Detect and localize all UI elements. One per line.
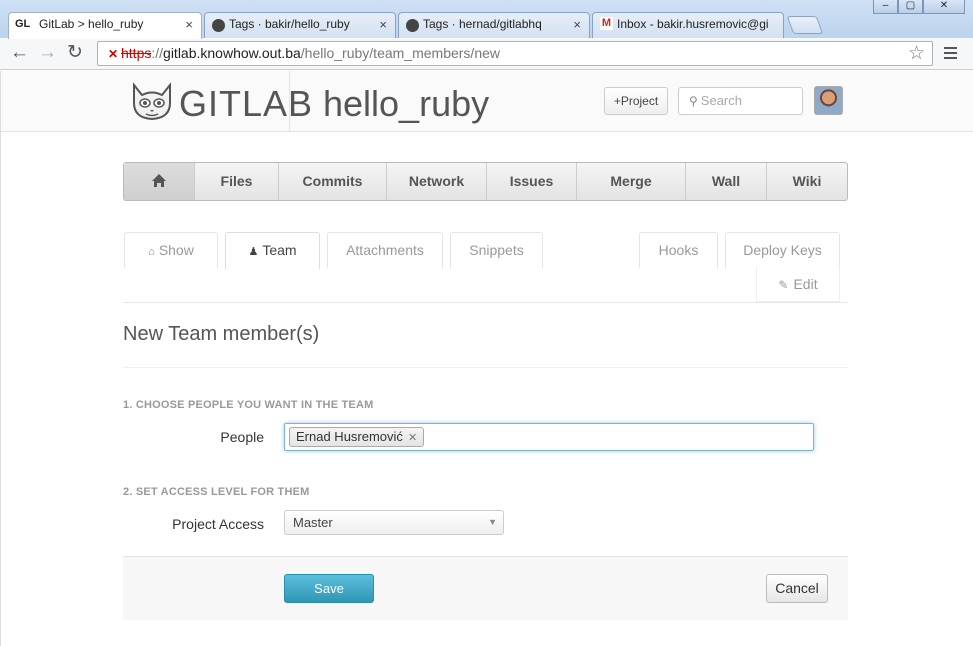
nav-home[interactable] — [124, 163, 195, 200]
search-placeholder: Search — [700, 93, 742, 108]
nav-files[interactable]: Files — [195, 163, 279, 200]
tab-title: Tags · bakir/hello_ruby — [229, 17, 350, 31]
github-icon — [406, 19, 419, 32]
tab-close-icon[interactable]: × — [379, 17, 387, 32]
subtab-team[interactable]: ♟ Team — [225, 232, 320, 269]
reload-icon[interactable]: ↻ — [67, 43, 83, 63]
section-heading-access: 2. SET ACCESS LEVEL FOR THEM — [123, 486, 310, 498]
nav-merge[interactable]: Merge — [577, 163, 686, 200]
nav-network[interactable]: Network — [387, 163, 487, 200]
github-icon — [212, 19, 225, 32]
subnav-divider — [123, 302, 848, 303]
cancel-button[interactable]: Cancel — [766, 574, 828, 603]
subtab-hooks[interactable]: Hooks — [639, 232, 718, 268]
broken-lock-icon: ✕ — [108, 47, 119, 61]
gmail-icon: M — [600, 17, 613, 30]
menu-icon[interactable] — [944, 47, 957, 62]
tab-close-icon[interactable]: × — [185, 17, 193, 32]
url-scheme: https — [121, 45, 152, 61]
gitlab-cat-logo-icon[interactable] — [130, 81, 174, 121]
bookmark-star-icon[interactable]: ☆ — [908, 42, 925, 65]
page: GITLAB hello_ruby +Project ⚲ Search Files… — [0, 71, 973, 646]
section-heading-people: 1. CHOOSE PEOPLE YOU WANT IN THE TEAM — [123, 399, 374, 411]
tab-gmail[interactable]: M Inbox - bakir.husremovic@gi — [592, 12, 784, 38]
page-title: New Team member(s) — [123, 323, 320, 345]
new-project-button[interactable]: +Project — [604, 87, 668, 115]
subtab-label: Team — [262, 242, 297, 258]
home-icon — [152, 174, 166, 187]
selected-person-name: Ernad Husremović — [296, 429, 403, 444]
tab-github-hernad[interactable]: Tags · hernad/gitlabhq × — [398, 12, 590, 38]
window-controls: – ▢ ✕ — [873, 0, 965, 14]
nav-issues[interactable]: Issues — [487, 163, 577, 200]
title-divider — [123, 367, 848, 368]
forward-arrow-icon[interactable]: → — [38, 43, 57, 63]
home-icon: ⌂ — [148, 246, 155, 258]
form-actions: Save Cancel — [123, 556, 848, 620]
app-header: GITLAB hello_ruby +Project ⚲ Search — [1, 71, 973, 132]
subtab-edit[interactable]: ✎ Edit — [756, 267, 840, 302]
avatar[interactable] — [814, 86, 843, 115]
user-icon: ♟ — [248, 246, 259, 258]
subtab-deploy-keys[interactable]: Deploy Keys — [725, 232, 840, 268]
nav-commits[interactable]: Commits — [279, 163, 387, 200]
people-multiselect[interactable]: Ernad Husremović ✕ — [284, 423, 814, 451]
tab-title: Inbox - bakir.husremovic@gi — [617, 17, 769, 31]
browser-toolbar: ← → ↻ ✕ https://gitlab.knowhow.out.ba/hel… — [0, 38, 973, 70]
new-project-label: Project — [620, 94, 659, 108]
search-input[interactable]: ⚲ Search — [678, 87, 803, 115]
maximize-icon[interactable]: ▢ — [898, 0, 923, 14]
tab-gitlab[interactable]: GL GitLab > hello_ruby × — [8, 12, 202, 39]
minimize-icon[interactable]: – — [873, 0, 898, 14]
subtab-label: Edit — [793, 276, 818, 292]
chevron-down-icon: ▼ — [488, 517, 497, 527]
subtab-show[interactable]: ⌂ Show — [124, 232, 218, 268]
project-access-value: Master — [293, 515, 333, 530]
url-path: /hello_ruby/team_members/new — [300, 45, 501, 61]
edit-icon: ✎ — [778, 278, 789, 292]
back-arrow-icon[interactable]: ← — [10, 43, 29, 63]
project-title[interactable]: hello_ruby — [323, 83, 489, 125]
project-access-select[interactable]: Master ▼ — [284, 510, 504, 535]
people-label: People — [220, 429, 264, 445]
project-access-label: Project Access — [172, 516, 264, 532]
project-main-nav: Files Commits Network Issues Merge Wall … — [123, 162, 848, 201]
search-icon: ⚲ — [689, 94, 698, 108]
subtab-label: Show — [158, 242, 194, 258]
window-close-icon[interactable]: ✕ — [923, 0, 965, 14]
nav-wall[interactable]: Wall — [686, 163, 767, 200]
new-tab-button[interactable] — [786, 16, 824, 34]
nav-wiki[interactable]: Wiki — [767, 163, 847, 200]
url-host: gitlab.knowhow.out.ba — [163, 45, 301, 61]
address-bar[interactable]: ✕ https://gitlab.knowhow.out.ba/hello_rub… — [97, 41, 933, 66]
plus-icon: + — [613, 94, 621, 108]
subtab-attachments[interactable]: Attachments — [327, 232, 443, 268]
gitlab-favicon-icon: GL — [15, 18, 31, 30]
brand-name[interactable]: GITLAB — [179, 83, 313, 125]
tab-github-bakir[interactable]: Tags · bakir/hello_ruby × — [204, 12, 396, 38]
save-button[interactable]: Save — [284, 574, 374, 603]
tab-title: GitLab > hello_ruby — [39, 17, 144, 31]
subtab-snippets[interactable]: Snippets — [450, 232, 543, 268]
url-separator: :// — [151, 45, 164, 61]
browser-tab-strip: GL GitLab > hello_ruby × Tags · bakir/he… — [0, 0, 973, 39]
tab-close-icon[interactable]: × — [573, 17, 581, 32]
header-divider — [289, 71, 290, 132]
tab-title: Tags · hernad/gitlabhq — [423, 17, 542, 31]
selected-person-chip: Ernad Husremović ✕ — [289, 427, 425, 447]
remove-chip-icon[interactable]: ✕ — [408, 432, 417, 444]
